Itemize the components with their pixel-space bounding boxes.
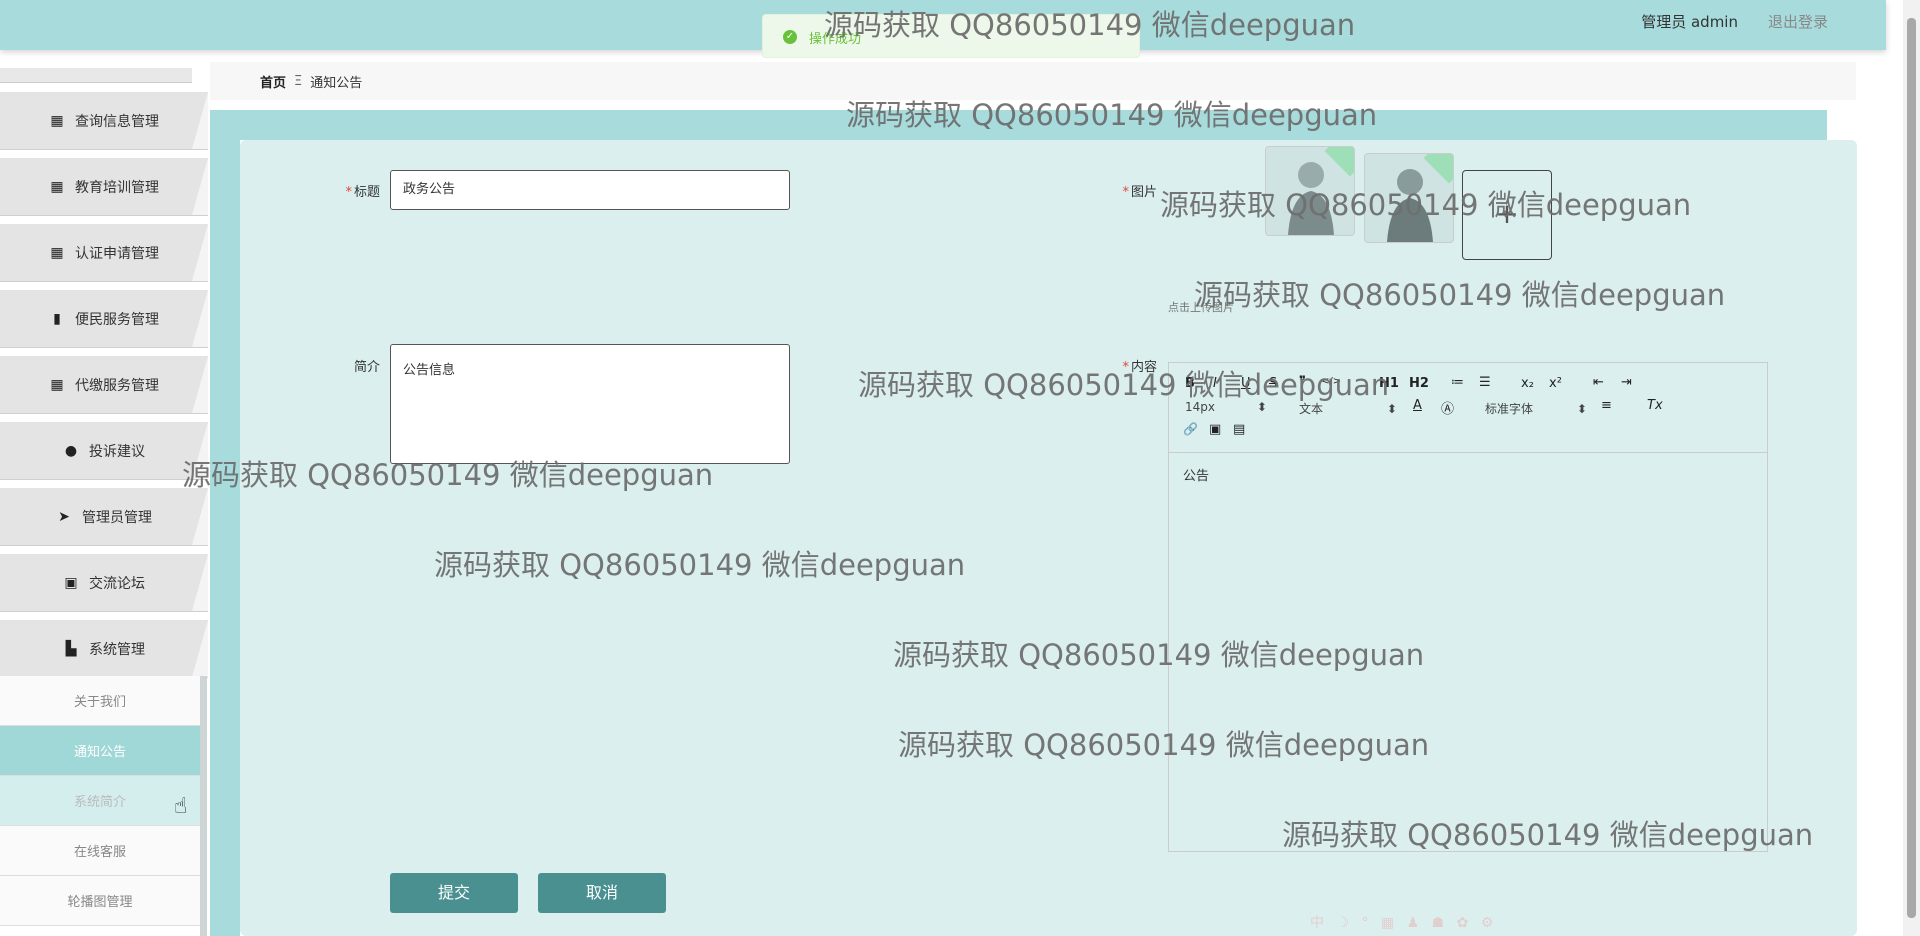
sidebar-item-label: 查询信息管理 <box>75 113 159 130</box>
scrollbar-thumb[interactable] <box>1907 18 1916 918</box>
summary-label: 简介 <box>353 360 380 375</box>
font-color-icon[interactable]: A <box>1413 398 1422 413</box>
admin-label: 管理员 admin <box>1641 13 1738 31</box>
check-circle-icon: ✓ <box>783 30 797 44</box>
paper-plane-icon: ➤ <box>58 508 70 525</box>
watermark: 源码获取 QQ86050149 微信deepguan <box>858 368 1390 402</box>
subscript-button[interactable]: x₂ <box>1521 376 1534 391</box>
submenu-notice[interactable]: 通知公告 <box>0 726 205 776</box>
page-scrollbar[interactable] <box>1903 0 1920 936</box>
indent-icon[interactable]: ⇥ <box>1621 375 1632 390</box>
superscript-button[interactable]: x² <box>1549 376 1562 391</box>
submit-button[interactable]: 提交 <box>390 873 518 913</box>
image-icon[interactable]: ▣ <box>1209 422 1221 437</box>
logout-link[interactable]: 退出登录 <box>1768 11 1828 32</box>
sidebar-item-system[interactable]: ▙ 系统管理 <box>0 620 208 678</box>
watermark: 源码获取 QQ86050149 微信deepguan <box>1282 818 1814 852</box>
breadcrumb-current: 通知公告 <box>310 75 363 91</box>
watermark: 源码获取 QQ86050149 微信deepguan <box>434 548 966 582</box>
sidebar-item-label: 便民服务管理 <box>75 311 159 328</box>
watermark: 源码获取 QQ86050149 微信deepguan <box>1194 278 1726 312</box>
editor-content[interactable]: 公告 <box>1183 465 1209 484</box>
background-color-icon[interactable]: Ⓐ <box>1441 398 1454 417</box>
rich-text-editor[interactable]: B I U S ❞ </> H1 H2 ≔ ☰ x₂ x² ⇤ ⇥ 14px ⬍… <box>1168 362 1768 852</box>
breadcrumb-home[interactable]: 首页 <box>260 72 286 91</box>
grid-icon: ▦ <box>50 376 64 393</box>
submenu-service[interactable]: 在线客服 <box>0 826 200 876</box>
video-icon[interactable]: ▤ <box>1233 422 1245 437</box>
submenu-about[interactable]: 关于我们 <box>0 676 200 726</box>
sidebar-item-label: 投诉建议 <box>89 443 145 460</box>
breadcrumb-separator: Ξ <box>294 73 303 89</box>
sidebar-item-admins[interactable]: ➤ 管理员管理 <box>0 488 208 546</box>
watermark: 源码获取 QQ86050149 微信deepguan <box>846 98 1378 132</box>
clipboard-check-icon: ▣ <box>64 574 78 591</box>
watermark: 源码获取 QQ86050149 微信deepguan <box>824 8 1356 42</box>
font-family-select[interactable]: 标准字体 ⬍ <box>1485 400 1587 417</box>
watermark: 源码获取 QQ86050149 微信deepguan <box>182 458 714 492</box>
sidebar-item-payment[interactable]: ▦ 代缴服务管理 <box>0 356 208 414</box>
sidebar-item-label: 系统管理 <box>89 641 145 658</box>
sidebar-item-certification[interactable]: ▦ 认证申请管理 <box>0 224 208 282</box>
image-label: * 图片 <box>1122 185 1157 200</box>
sidebar-item-query[interactable]: ▦ 查询信息管理 <box>0 92 208 150</box>
content-left-strip <box>210 110 240 936</box>
ordered-list-icon[interactable]: ≔ <box>1451 375 1464 390</box>
sidebar-item-label: 代缴服务管理 <box>75 377 159 394</box>
bar-chart-icon: ▮ <box>53 310 61 327</box>
submenu-scrollbar[interactable] <box>200 676 207 936</box>
sidebar-item-label: 管理员管理 <box>82 509 152 526</box>
grid-icon: ▦ <box>50 244 64 261</box>
title-input[interactable]: 政务公告 <box>390 170 790 210</box>
watermark: 源码获取 QQ86050149 微信deepguan <box>893 638 1425 672</box>
cancel-button[interactable]: 取消 <box>538 873 666 913</box>
sidebar-item-label: 交流论坛 <box>89 575 145 592</box>
summary-textarea[interactable]: 公告信息 <box>390 344 790 464</box>
sidebar-item-education[interactable]: ▦ 教育培训管理 <box>0 158 208 216</box>
submenu-carousel[interactable]: 轮播图管理 <box>0 876 200 926</box>
h2-button[interactable]: H2 <box>1409 376 1429 391</box>
sidebar-item-complaints[interactable]: ● 投诉建议 <box>0 422 208 480</box>
grid-icon: ▦ <box>50 112 64 129</box>
sidebar-item-label: 教育培训管理 <box>75 179 159 196</box>
watermark: 源码获取 QQ86050149 微信deepguan <box>1160 188 1692 222</box>
align-icon[interactable]: ≡ <box>1601 398 1612 413</box>
grid-icon: ▦ <box>50 178 64 195</box>
clean-format-icon[interactable]: Tx <box>1647 398 1663 413</box>
sidebar-item-forum[interactable]: ▣ 交流论坛 <box>0 554 208 612</box>
sidebar-item-convenience[interactable]: ▮ 便民服务管理 <box>0 290 208 348</box>
submenu-intro[interactable]: 系统简介 <box>0 776 200 826</box>
user-icon: ● <box>64 442 78 459</box>
hand-cursor-icon: ☝ <box>174 794 188 819</box>
ime-toolbar: 中 ☽ ° ▦ ♟ ☗ ✿ ⚙ <box>1310 915 1498 931</box>
bullet-list-icon[interactable]: ☰ <box>1479 375 1491 390</box>
link-icon[interactable]: 🔗 <box>1183 422 1198 436</box>
sidebar-top-edge <box>0 68 192 83</box>
book-icon: ▙ <box>65 640 77 657</box>
sidebar-item-label: 认证申请管理 <box>75 245 159 262</box>
watermark: 源码获取 QQ86050149 微信deepguan <box>898 728 1430 762</box>
title-label: * 标题 <box>345 185 380 200</box>
outdent-icon[interactable]: ⇤ <box>1593 375 1604 390</box>
